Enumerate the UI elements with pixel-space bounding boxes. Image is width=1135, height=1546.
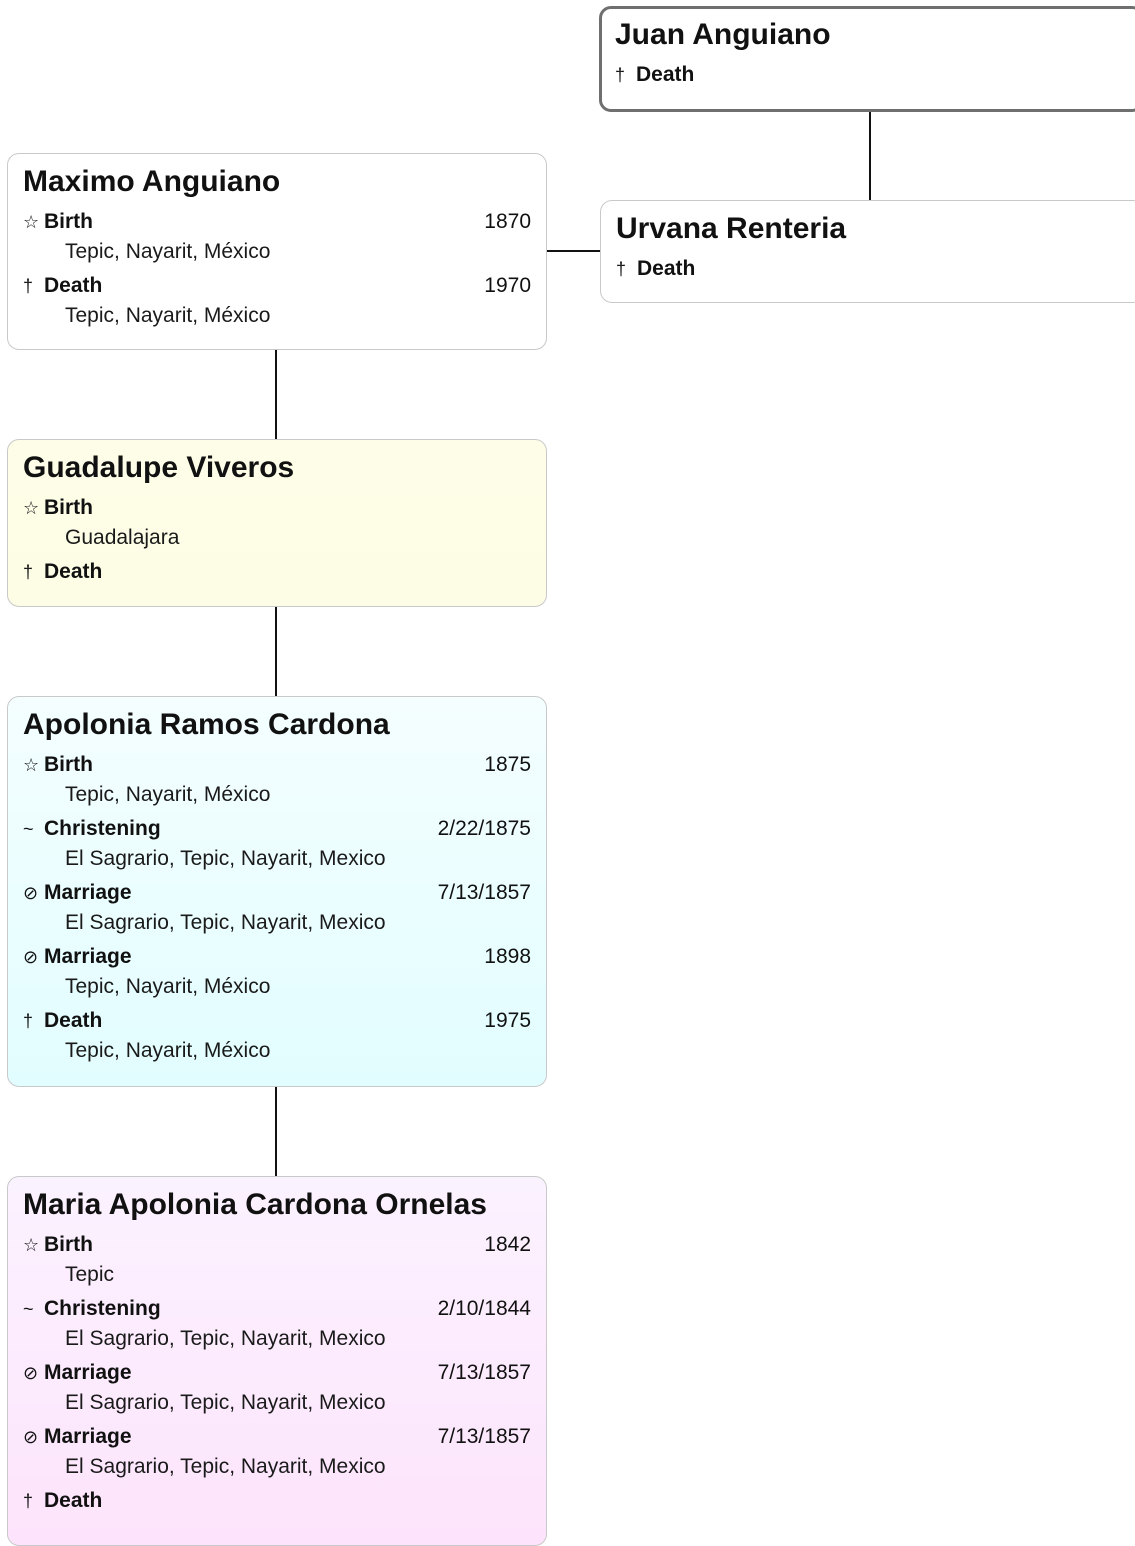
event-date: 1898 bbox=[484, 945, 531, 968]
event-type: Marriage bbox=[44, 945, 132, 968]
event-list: † Death bbox=[615, 60, 1128, 90]
cross-icon: † bbox=[616, 258, 627, 279]
event-marriage: ⊘ Marriage 7/13/1857 El Sagrario, Tepic, Na… bbox=[23, 878, 531, 937]
rings-icon: ⊘ bbox=[23, 946, 39, 967]
event-birth: ☆ Birth Guadalajara bbox=[23, 493, 531, 552]
tilde-icon: ~ bbox=[23, 1298, 34, 1319]
person-name: Maria Apolonia Cardona Ornelas bbox=[23, 1188, 487, 1221]
cross-icon: † bbox=[23, 1010, 34, 1031]
event-place: El Sagrario, Tepic, Nayarit, Mexico bbox=[65, 1391, 386, 1414]
event-death: † Death 1970 Tepic, Nayarit, México bbox=[23, 271, 531, 330]
event-death: † Death 1975 Tepic, Nayarit, México bbox=[23, 1006, 531, 1065]
star-icon: ☆ bbox=[23, 754, 40, 775]
cross-icon: † bbox=[23, 561, 34, 582]
event-date: 1970 bbox=[484, 274, 531, 297]
event-marriage: ⊘ Marriage 1898 Tepic, Nayarit, México bbox=[23, 942, 531, 1001]
connector-maximo-guadalupe bbox=[275, 350, 277, 440]
event-type: Death bbox=[44, 274, 103, 297]
rings-icon: ⊘ bbox=[23, 882, 39, 903]
event-place: El Sagrario, Tepic, Nayarit, Mexico bbox=[65, 847, 386, 870]
event-place: Tepic, Nayarit, México bbox=[65, 304, 271, 327]
event-type: Birth bbox=[44, 1233, 93, 1256]
connector-apolonia-maria bbox=[275, 1087, 277, 1177]
connector-maximo-urvana bbox=[547, 250, 601, 252]
event-place: El Sagrario, Tepic, Nayarit, Mexico bbox=[65, 1327, 386, 1350]
event-type: Christening bbox=[44, 1297, 161, 1320]
event-type: Death bbox=[44, 1489, 103, 1512]
event-birth: ☆ Birth 1870 Tepic, Nayarit, México bbox=[23, 207, 531, 266]
event-list: ☆ Birth 1842 Tepic ~ Christening 2/10/1844 El S… bbox=[23, 1230, 531, 1516]
event-date: 1975 bbox=[484, 1009, 531, 1032]
event-marriage: ⊘ Marriage 7/13/1857 El Sagrario, Tepic, Na… bbox=[23, 1358, 531, 1417]
event-place: El Sagrario, Tepic, Nayarit, Mexico bbox=[65, 911, 386, 934]
event-type: Christening bbox=[44, 817, 161, 840]
event-place: Tepic, Nayarit, México bbox=[65, 1039, 271, 1062]
event-date: 2/10/1844 bbox=[437, 1297, 531, 1320]
event-list: ☆ Birth Guadalajara † Death bbox=[23, 493, 531, 587]
event-christening: ~ Christening 2/10/1844 El Sagrario, Tepic,… bbox=[23, 1294, 531, 1353]
event-marriage: ⊘ Marriage 7/13/1857 El Sagrario, Tepic, Na… bbox=[23, 1422, 531, 1481]
event-type: Marriage bbox=[44, 1361, 132, 1384]
event-date: 1870 bbox=[484, 210, 531, 233]
event-type: Death bbox=[636, 63, 695, 86]
event-death: † Death bbox=[615, 60, 1128, 90]
person-card-maria-apolonia-cardona-ornelas[interactable]: Maria Apolonia Cardona Ornelas ☆ Birth 184… bbox=[7, 1176, 547, 1546]
event-type: Death bbox=[637, 257, 696, 280]
event-type: Birth bbox=[44, 753, 93, 776]
event-date: 7/13/1857 bbox=[437, 881, 531, 904]
star-icon: ☆ bbox=[23, 1234, 40, 1255]
cross-icon: † bbox=[23, 275, 34, 296]
star-icon: ☆ bbox=[23, 211, 40, 232]
event-place: Tepic, Nayarit, México bbox=[65, 975, 271, 998]
event-death: † Death bbox=[616, 254, 1129, 284]
event-type: Birth bbox=[44, 210, 93, 233]
cross-icon: † bbox=[615, 64, 626, 85]
event-type: Death bbox=[44, 560, 103, 583]
person-name: Maximo Anguiano bbox=[23, 165, 281, 198]
event-place: Tepic, Nayarit, México bbox=[65, 783, 271, 806]
event-type: Death bbox=[44, 1009, 103, 1032]
event-type: Marriage bbox=[44, 881, 132, 904]
event-type: Birth bbox=[44, 496, 93, 519]
event-type: Marriage bbox=[44, 1425, 132, 1448]
event-date: 7/13/1857 bbox=[437, 1361, 531, 1384]
connector-juan-urvana bbox=[869, 111, 871, 201]
person-card-urvana-renteria[interactable]: Urvana Renteria † Death bbox=[600, 200, 1135, 303]
rings-icon: ⊘ bbox=[23, 1426, 39, 1447]
event-place: Tepic bbox=[65, 1263, 115, 1286]
event-list: † Death bbox=[616, 254, 1129, 284]
event-place: Guadalajara bbox=[65, 526, 180, 549]
event-place: El Sagrario, Tepic, Nayarit, Mexico bbox=[65, 1455, 386, 1478]
cross-icon: † bbox=[23, 1490, 34, 1511]
event-death: † Death bbox=[23, 557, 531, 587]
connector-guadalupe-apolonia bbox=[275, 607, 277, 697]
person-card-apolonia-ramos-cardona[interactable]: Apolonia Ramos Cardona ☆ Birth 1875 Tepic, … bbox=[7, 696, 547, 1087]
person-name: Juan Anguiano bbox=[615, 18, 831, 51]
person-name: Guadalupe Viveros bbox=[23, 451, 295, 484]
event-place: Tepic, Nayarit, México bbox=[65, 240, 271, 263]
event-date: 1875 bbox=[484, 753, 531, 776]
person-card-maximo-anguiano[interactable]: Maximo Anguiano ☆ Birth 1870 Tepic, Nayarit… bbox=[7, 153, 547, 350]
event-birth: ☆ Birth 1875 Tepic, Nayarit, México bbox=[23, 750, 531, 809]
rings-icon: ⊘ bbox=[23, 1362, 39, 1383]
event-date: 1842 bbox=[484, 1233, 531, 1256]
event-list: ☆ Birth 1870 Tepic, Nayarit, México † Death 19… bbox=[23, 207, 531, 330]
event-birth: ☆ Birth 1842 Tepic bbox=[23, 1230, 531, 1289]
person-name: Apolonia Ramos Cardona bbox=[23, 708, 390, 741]
tilde-icon: ~ bbox=[23, 818, 34, 839]
person-name: Urvana Renteria bbox=[616, 212, 847, 245]
event-date: 2/22/1875 bbox=[437, 817, 531, 840]
event-date: 7/13/1857 bbox=[437, 1425, 531, 1448]
person-card-juan-anguiano[interactable]: Juan Anguiano † Death bbox=[599, 6, 1135, 112]
event-christening: ~ Christening 2/22/1875 El Sagrario, Tepic,… bbox=[23, 814, 531, 873]
person-card-guadalupe-viveros[interactable]: Guadalupe Viveros ☆ Birth Guadalajara † Deat… bbox=[7, 439, 547, 607]
star-icon: ☆ bbox=[23, 497, 40, 518]
event-list: ☆ Birth 1875 Tepic, Nayarit, México ~ Christe… bbox=[23, 750, 531, 1065]
event-death: † Death bbox=[23, 1486, 531, 1516]
